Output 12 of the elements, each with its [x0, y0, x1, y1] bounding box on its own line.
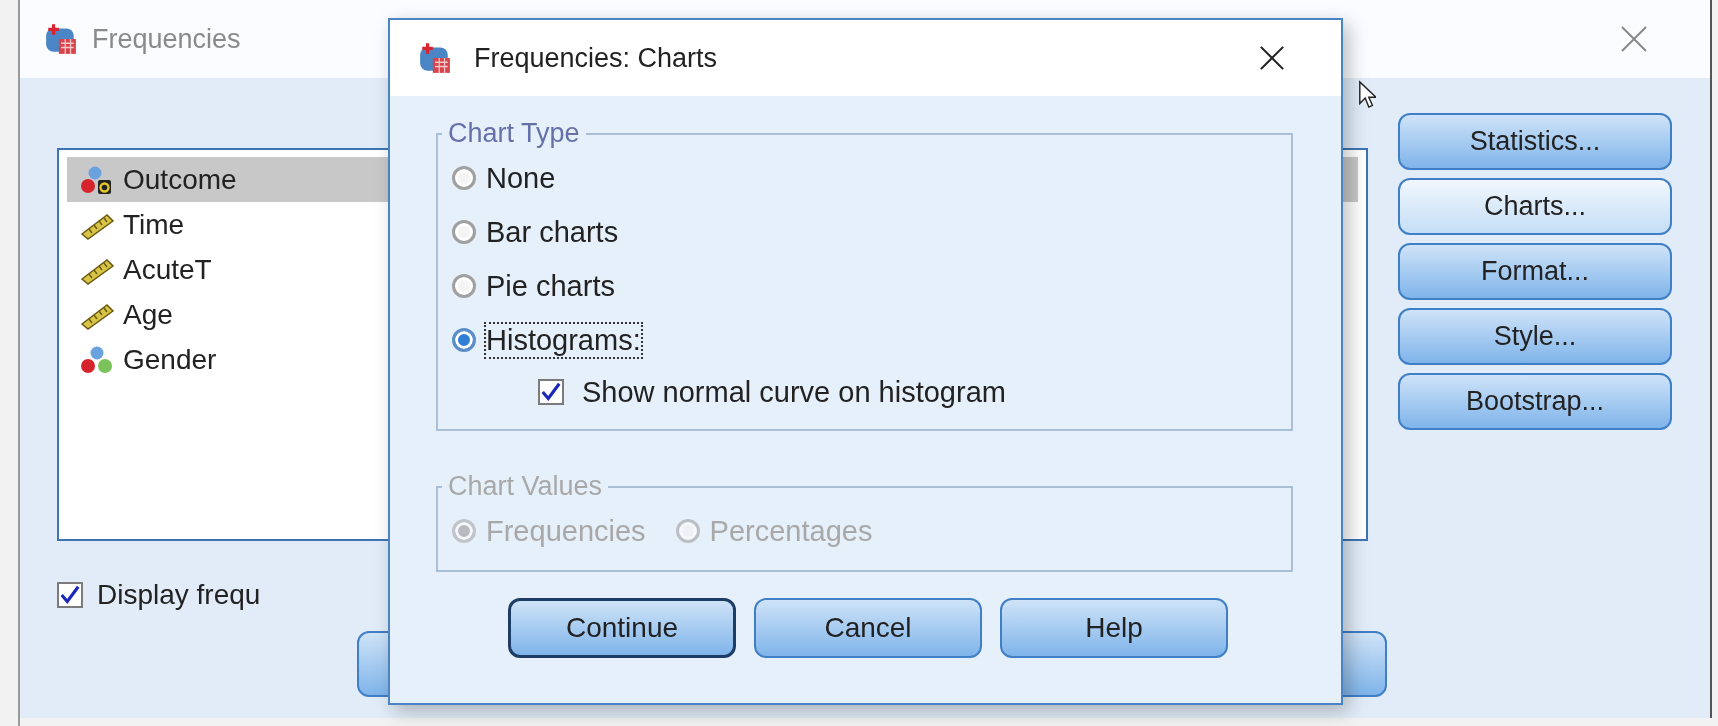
radio-label: Bar charts: [486, 215, 619, 249]
checkbox-label: Display frequ: [97, 579, 261, 611]
radio-label: Percentages: [709, 514, 873, 548]
window-title: Frequencies: [92, 23, 241, 55]
checkbox-label: Show normal curve on histogram: [582, 375, 1006, 409]
group-legend: Chart Values: [442, 471, 609, 502]
group-legend: Chart Type: [442, 118, 586, 149]
radio-label: None: [486, 161, 556, 195]
dialog-title: Frequencies: Charts: [474, 42, 718, 74]
radio-label: Histograms:: [486, 323, 641, 357]
radio-label: Frequencies: [486, 514, 646, 548]
radio-label: Pie charts: [486, 269, 615, 303]
